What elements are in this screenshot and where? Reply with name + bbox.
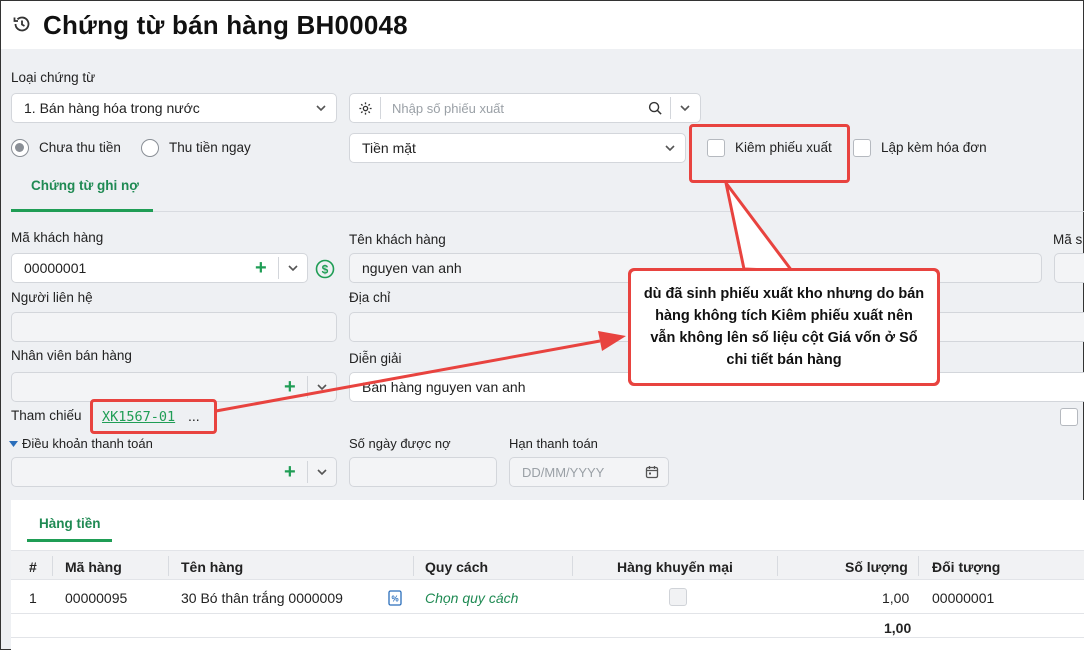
row-spec-link[interactable]: Chọn quy cách bbox=[425, 590, 518, 606]
row-name: 30 Bó thân trắng 0000009 bbox=[181, 590, 343, 606]
customer-code-field[interactable]: 00000001 + bbox=[11, 253, 308, 283]
add-salesperson-icon[interactable]: + bbox=[284, 377, 296, 397]
description-label: Diễn giải bbox=[349, 351, 402, 366]
credit-days-field[interactable] bbox=[349, 457, 497, 487]
payment-terms-field[interactable]: + bbox=[11, 457, 337, 487]
issue-slip-input[interactable]: Nhập số phiếu xuất bbox=[392, 101, 504, 116]
tax-code-field[interactable] bbox=[1054, 253, 1084, 283]
row-code: 00000095 bbox=[65, 590, 128, 606]
invoice-checkbox[interactable] bbox=[853, 139, 871, 157]
annotation-callout-text: dù đã sinh phiếu xuất kho nhưng do bán h… bbox=[631, 271, 937, 383]
right-edge-checkbox[interactable] bbox=[1060, 408, 1078, 426]
description-value: Bán hàng nguyen van anh bbox=[362, 379, 526, 395]
grid-total-row bbox=[11, 614, 1084, 638]
row-index: 1 bbox=[29, 590, 37, 606]
svg-text:%: % bbox=[391, 595, 398, 604]
due-date-field[interactable]: DD/MM/YYYY bbox=[509, 457, 669, 487]
chevron-down-icon[interactable] bbox=[315, 465, 329, 479]
dollar-circle-icon[interactable]: $ bbox=[315, 259, 335, 279]
add-customer-icon[interactable]: + bbox=[255, 258, 267, 278]
voucher-type-value: 1. Bán hàng hóa trong nước bbox=[24, 100, 200, 116]
chevron-down-icon bbox=[665, 145, 675, 152]
tax-code-label: Mã s bbox=[1053, 232, 1083, 247]
contact-label: Người liên hệ bbox=[11, 290, 93, 305]
highlight-issue-slip-checkbox bbox=[689, 124, 850, 183]
tab-goods-money[interactable]: Hàng tiền bbox=[39, 516, 101, 531]
row-object: 00000001 bbox=[932, 590, 995, 606]
column-header-spec: Quy cách bbox=[425, 559, 489, 575]
page-title: Chứng từ bán hàng BH00048 bbox=[43, 10, 408, 40]
payment-method-select[interactable]: Tiền mặt bbox=[349, 133, 686, 163]
contact-field[interactable] bbox=[11, 312, 337, 342]
chevron-down-icon[interactable] bbox=[286, 261, 300, 275]
column-header-index: # bbox=[29, 559, 37, 575]
add-payment-terms-icon[interactable]: + bbox=[284, 462, 296, 482]
highlight-reference-link bbox=[90, 399, 217, 434]
column-header-code: Mã hàng bbox=[65, 559, 122, 575]
salesperson-field[interactable]: + bbox=[11, 372, 337, 402]
caret-down-icon[interactable] bbox=[9, 440, 18, 448]
annotation-callout: dù đã sinh phiếu xuất kho nhưng do bán h… bbox=[628, 268, 940, 386]
chevron-down-icon[interactable] bbox=[678, 101, 692, 115]
salesperson-label: Nhân viên bán hàng bbox=[11, 348, 132, 363]
table-row[interactable] bbox=[11, 580, 1084, 614]
due-date-label: Hạn thanh toán bbox=[509, 436, 598, 451]
column-header-name: Tên hàng bbox=[181, 559, 244, 575]
tab-bar-divider bbox=[153, 211, 1084, 212]
payment-unpaid-radio[interactable] bbox=[11, 139, 29, 157]
total-quantity: 1,00 bbox=[884, 620, 912, 636]
credit-days-label: Số ngày được nợ bbox=[349, 436, 451, 451]
discount-doc-icon[interactable]: % bbox=[388, 590, 402, 606]
customer-code-value: 00000001 bbox=[24, 260, 87, 276]
chevron-down-icon[interactable] bbox=[315, 380, 329, 394]
payment-paid-label: Thu tiền ngay bbox=[169, 140, 251, 155]
customer-code-label: Mã khách hàng bbox=[11, 230, 104, 245]
chevron-down-icon bbox=[316, 105, 326, 112]
due-date-input[interactable]: DD/MM/YYYY bbox=[522, 465, 604, 480]
voucher-type-label: Loại chứng từ bbox=[11, 70, 96, 85]
grid-tab-indicator bbox=[27, 539, 112, 542]
svg-text:$: $ bbox=[322, 263, 329, 277]
tab-debit-voucher[interactable]: Chứng từ ghi nợ bbox=[31, 178, 139, 193]
search-icon[interactable] bbox=[648, 101, 663, 116]
customer-name-value: nguyen van anh bbox=[362, 260, 462, 276]
calendar-icon[interactable] bbox=[645, 465, 659, 479]
gear-icon[interactable] bbox=[358, 101, 373, 116]
customer-name-label: Tên khách hàng bbox=[349, 232, 446, 247]
issue-slip-search[interactable]: Nhập số phiếu xuất bbox=[349, 93, 701, 123]
payment-unpaid-label: Chưa thu tiền bbox=[39, 140, 121, 155]
invoice-checkbox-label: Lập kèm hóa đơn bbox=[881, 140, 987, 155]
voucher-type-select[interactable]: 1. Bán hàng hóa trong nước bbox=[11, 93, 337, 123]
payment-method-value: Tiền mặt bbox=[362, 140, 416, 156]
tab-active-indicator bbox=[11, 209, 153, 212]
column-header-quantity: Số lượng bbox=[845, 559, 908, 575]
payment-paid-radio[interactable] bbox=[141, 139, 159, 157]
grid-header-row bbox=[11, 550, 1084, 580]
header-bar: Chứng từ bán hàng BH00048 bbox=[1, 1, 1083, 49]
column-header-object: Đối tượng bbox=[932, 559, 1001, 575]
row-promotion-checkbox[interactable] bbox=[669, 588, 687, 606]
payment-terms-label: Điều khoản thanh toán bbox=[22, 436, 153, 451]
column-header-promotion: Hàng khuyến mại bbox=[617, 559, 733, 575]
reference-label: Tham chiếu bbox=[11, 408, 82, 423]
address-label: Địa chỉ bbox=[349, 290, 391, 305]
history-icon[interactable] bbox=[12, 14, 32, 34]
row-quantity: 1,00 bbox=[882, 590, 910, 606]
